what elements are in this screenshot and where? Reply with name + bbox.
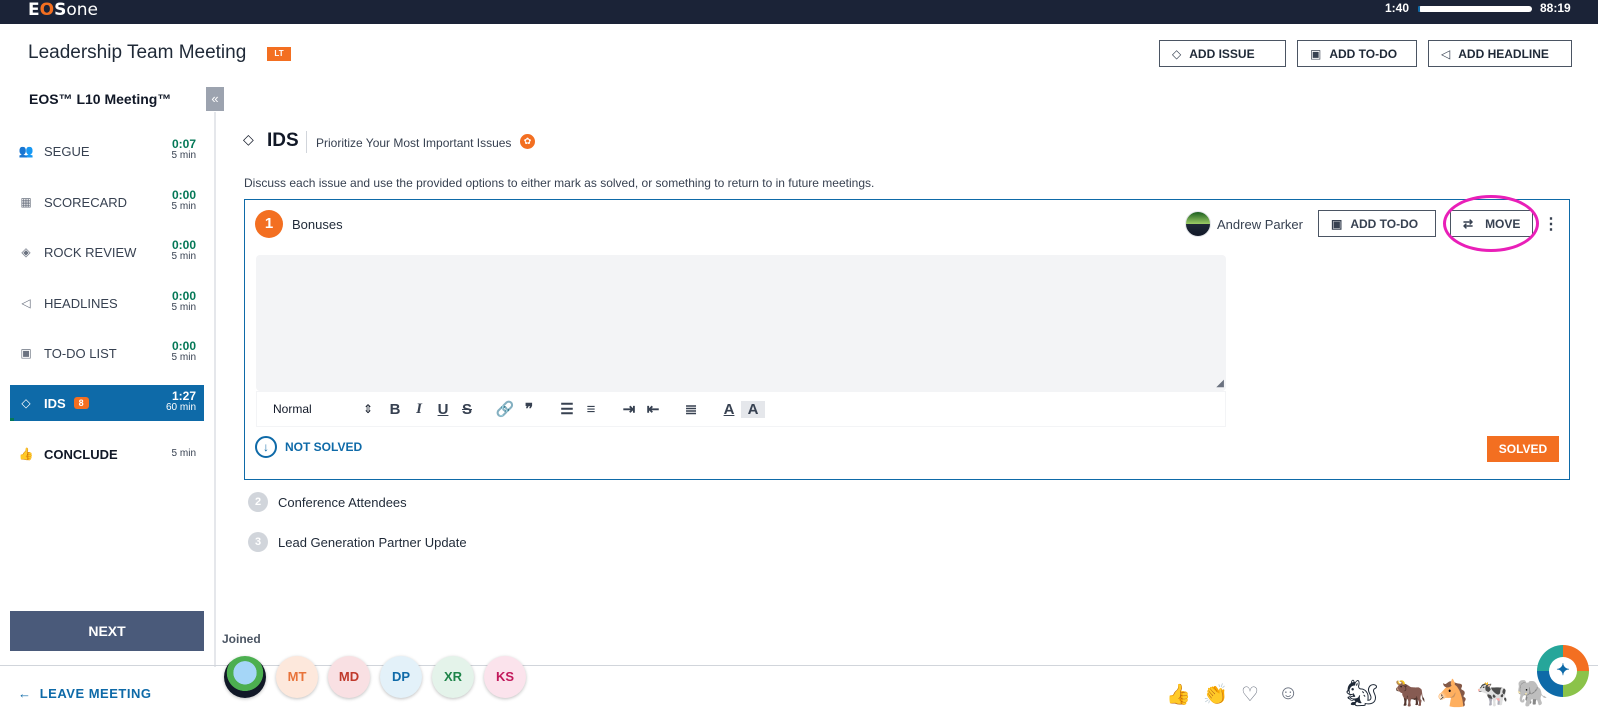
megaphone-icon: ◁ (21, 296, 31, 310)
double-chevron-left-icon: « (211, 91, 219, 106)
sidebar-title: EOS™ L10 Meeting™ (29, 91, 172, 107)
calendar-check-icon: ▣ (1331, 216, 1343, 231)
collapse-sidebar-button[interactable]: « (206, 87, 224, 111)
outdent-icon[interactable]: ⇤ (641, 400, 665, 418)
section-subtitle: Prioritize Your Most Important Issues (316, 136, 512, 150)
highlight-annotation (1443, 195, 1539, 252)
eos-one-logo: EOSone (28, 0, 98, 20)
strikethrough-button[interactable]: S (455, 401, 479, 418)
info-badge-icon[interactable]: ✿ (520, 134, 535, 149)
active-issue-card: 1 Bonuses Andrew Parker ▣ ADD TO-DO ⇄ MOVE… (244, 195, 1570, 480)
joined-label: Joined (222, 632, 261, 646)
add-headline-button[interactable]: ◁ ADD HEADLINE (1428, 40, 1572, 67)
resize-handle-icon[interactable]: ◢ (1216, 379, 1224, 389)
owner-avatar[interactable] (1185, 211, 1211, 237)
sidebar-item-headlines[interactable]: ◁ HEADLINES 0:00 5 min (10, 285, 204, 321)
thumbs-up-icon[interactable]: 👍 (1166, 682, 1191, 707)
issue-row[interactable]: 3 Lead Generation Partner Update (248, 532, 467, 552)
sidebar-divider (214, 112, 216, 667)
bold-button[interactable]: B (383, 401, 407, 418)
sidebar-item-segue[interactable]: 👥 SEGUE 0:07 5 min (10, 133, 204, 169)
section-description: Discuss each issue and use the provided … (244, 176, 875, 190)
sidebar-item-scorecard[interactable]: ▦ SCORECARD 0:00 5 min (10, 184, 204, 220)
arrow-down-circle-icon: ↓ (255, 436, 277, 458)
total-time: 88:19 (1540, 1, 1571, 15)
diamond-icon: ◇ (21, 396, 31, 410)
add-issue-button[interactable]: ◇ ADD ISSUE (1159, 40, 1286, 67)
meeting-progress-bar (1418, 6, 1532, 12)
next-button[interactable]: NEXT (10, 611, 204, 651)
indent-icon[interactable]: ⇥ (617, 400, 641, 418)
add-todo-button[interactable]: ▣ ADD TO-DO (1297, 40, 1417, 67)
section-title: IDS (267, 130, 299, 151)
attendee-avatar[interactable]: MD (328, 656, 370, 698)
donkey-icon[interactable]: 🐴 (1436, 678, 1468, 709)
section-progress-indicator (10, 418, 14, 421)
page-title: Leadership Team Meeting (28, 42, 247, 63)
sidebar-item-rock-review[interactable]: ◈ ROCK REVIEW 0:00 5 min (10, 234, 204, 270)
attendee-avatar[interactable]: DP (380, 656, 422, 698)
cow-icon[interactable]: 🐄 (1476, 678, 1508, 709)
solved-button[interactable]: SOLVED (1487, 436, 1559, 462)
bullet-list-icon[interactable]: ≡ (579, 401, 603, 418)
arrow-left-icon: ← (18, 686, 40, 701)
issue-count-badge: 8 (73, 397, 89, 409)
lightbulb-icon: ✦ (1549, 657, 1577, 685)
leave-meeting-link[interactable]: ← LEAVE MEETING (18, 686, 151, 701)
users-icon: 👥 (18, 144, 34, 158)
elapsed-time: 1:40 (1385, 1, 1410, 15)
thumbs-up-icon: 👍 (18, 447, 34, 461)
underline-button[interactable]: U (431, 401, 455, 418)
diamond-icon: ◇ (243, 131, 254, 147)
calendar-check-icon: ▣ (1310, 46, 1322, 61)
top-bar: EOSone 1:40 88:19 (0, 0, 1598, 24)
link-icon[interactable]: 🔗 (493, 400, 517, 418)
attendee-avatar[interactable]: XR (432, 656, 474, 698)
gem-icon: ◈ (21, 245, 31, 259)
clap-icon[interactable]: 👏 (1203, 682, 1228, 707)
editor-toolbar: Normal ⇕ B I U S 🔗 ❞ ☰ ≡ ⇥ ⇤ ≣ A A (256, 391, 1226, 427)
issue-row[interactable]: 2 Conference Attendees (248, 492, 407, 512)
attendee-avatar[interactable]: MT (276, 656, 318, 698)
chart-icon: ▦ (20, 195, 32, 209)
owner-name[interactable]: Andrew Parker (1217, 217, 1303, 232)
text-color-icon[interactable]: A (717, 401, 741, 418)
issue-notes-editor[interactable]: ◢ (256, 255, 1226, 391)
help-button[interactable]: ✦ (1537, 645, 1589, 697)
heading-divider (306, 131, 307, 153)
smile-icon[interactable]: ☺ (1278, 682, 1298, 705)
squirrel-icon[interactable]: 🐿 (1345, 678, 1378, 709)
attendee-avatar[interactable] (224, 656, 266, 698)
attendee-avatar[interactable]: KS (484, 656, 526, 698)
blockquote-icon[interactable]: ❞ (517, 400, 541, 418)
issue-add-todo-button[interactable]: ▣ ADD TO-DO (1318, 210, 1436, 237)
team-badge: LT (267, 47, 291, 61)
calendar-check-icon: ▣ (20, 346, 32, 360)
more-options-icon[interactable]: ⋮ (1543, 214, 1559, 234)
sidebar-item-ids[interactable]: ◇ IDS 8 1:27 60 min (10, 385, 204, 421)
megaphone-icon: ◁ (1441, 46, 1451, 61)
italic-button[interactable]: I (407, 401, 431, 418)
bull-icon[interactable]: 🐂 (1394, 678, 1426, 709)
issue-title[interactable]: Bonuses (292, 217, 343, 232)
select-arrows-icon: ⇕ (362, 402, 373, 416)
meeting-progress-fill (1418, 6, 1421, 12)
ordered-list-icon[interactable]: ☰ (555, 400, 579, 418)
text-style-select[interactable]: Normal ⇕ (273, 402, 373, 416)
diamond-icon: ◇ (1172, 46, 1182, 61)
issue-number: 1 (255, 210, 283, 238)
sidebar-item-conclude[interactable]: 👍 CONCLUDE 5 min (10, 436, 204, 472)
not-solved-toggle[interactable]: ↓ NOT SOLVED (255, 436, 362, 458)
heart-icon[interactable]: ♡ (1241, 682, 1259, 707)
background-color-icon[interactable]: A (741, 400, 765, 418)
align-icon[interactable]: ≣ (679, 400, 703, 418)
sidebar-item-todo-list[interactable]: ▣ TO-DO LIST 0:00 5 min (10, 335, 204, 371)
